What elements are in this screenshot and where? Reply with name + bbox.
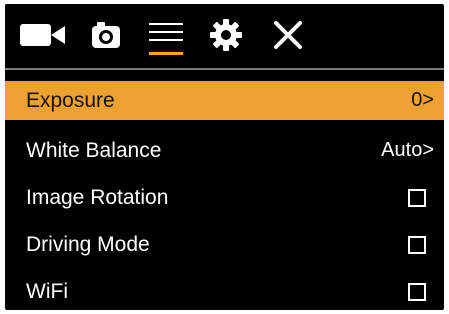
photo-camera-icon — [92, 22, 120, 48]
image-rotation-checkbox[interactable] — [408, 188, 426, 207]
tab-close[interactable] — [269, 4, 307, 66]
menu-item-label: Exposure — [26, 88, 115, 112]
menu-item-image-rotation[interactable]: Image Rotation — [5, 174, 444, 221]
menu-item-label: White Balance — [26, 138, 162, 162]
tab-photo[interactable] — [89, 4, 123, 66]
menu-icon — [149, 22, 183, 48]
active-tab-underline — [149, 52, 183, 55]
menu-item-wifi[interactable]: WiFi — [5, 268, 444, 310]
menu-item-value: 0> — [411, 89, 434, 111]
tab-settings[interactable] — [206, 4, 246, 66]
tab-menu[interactable] — [144, 4, 188, 66]
menu-item-label: Driving Mode — [26, 232, 150, 256]
wifi-checkbox[interactable] — [408, 282, 426, 301]
gear-icon — [210, 19, 242, 51]
tab-video[interactable] — [19, 4, 67, 66]
menu-item-value: Auto> — [381, 139, 434, 161]
tab-divider — [5, 68, 444, 70]
settings-menu: Exposure 0> White Balance Auto> Image Ro… — [5, 81, 444, 310]
menu-item-driving-mode[interactable]: Driving Mode — [5, 221, 444, 268]
driving-mode-checkbox[interactable] — [408, 235, 426, 254]
menu-item-label: WiFi — [26, 279, 68, 303]
camera-settings-screen: Exposure 0> White Balance Auto> Image Ro… — [5, 4, 444, 310]
mode-tab-bar — [5, 4, 444, 66]
close-icon — [273, 20, 303, 50]
menu-item-exposure[interactable]: Exposure 0> — [5, 81, 444, 120]
menu-item-white-balance[interactable]: White Balance Auto> — [5, 127, 444, 174]
menu-item-label: Image Rotation — [26, 185, 169, 209]
video-camera-icon — [20, 22, 66, 48]
